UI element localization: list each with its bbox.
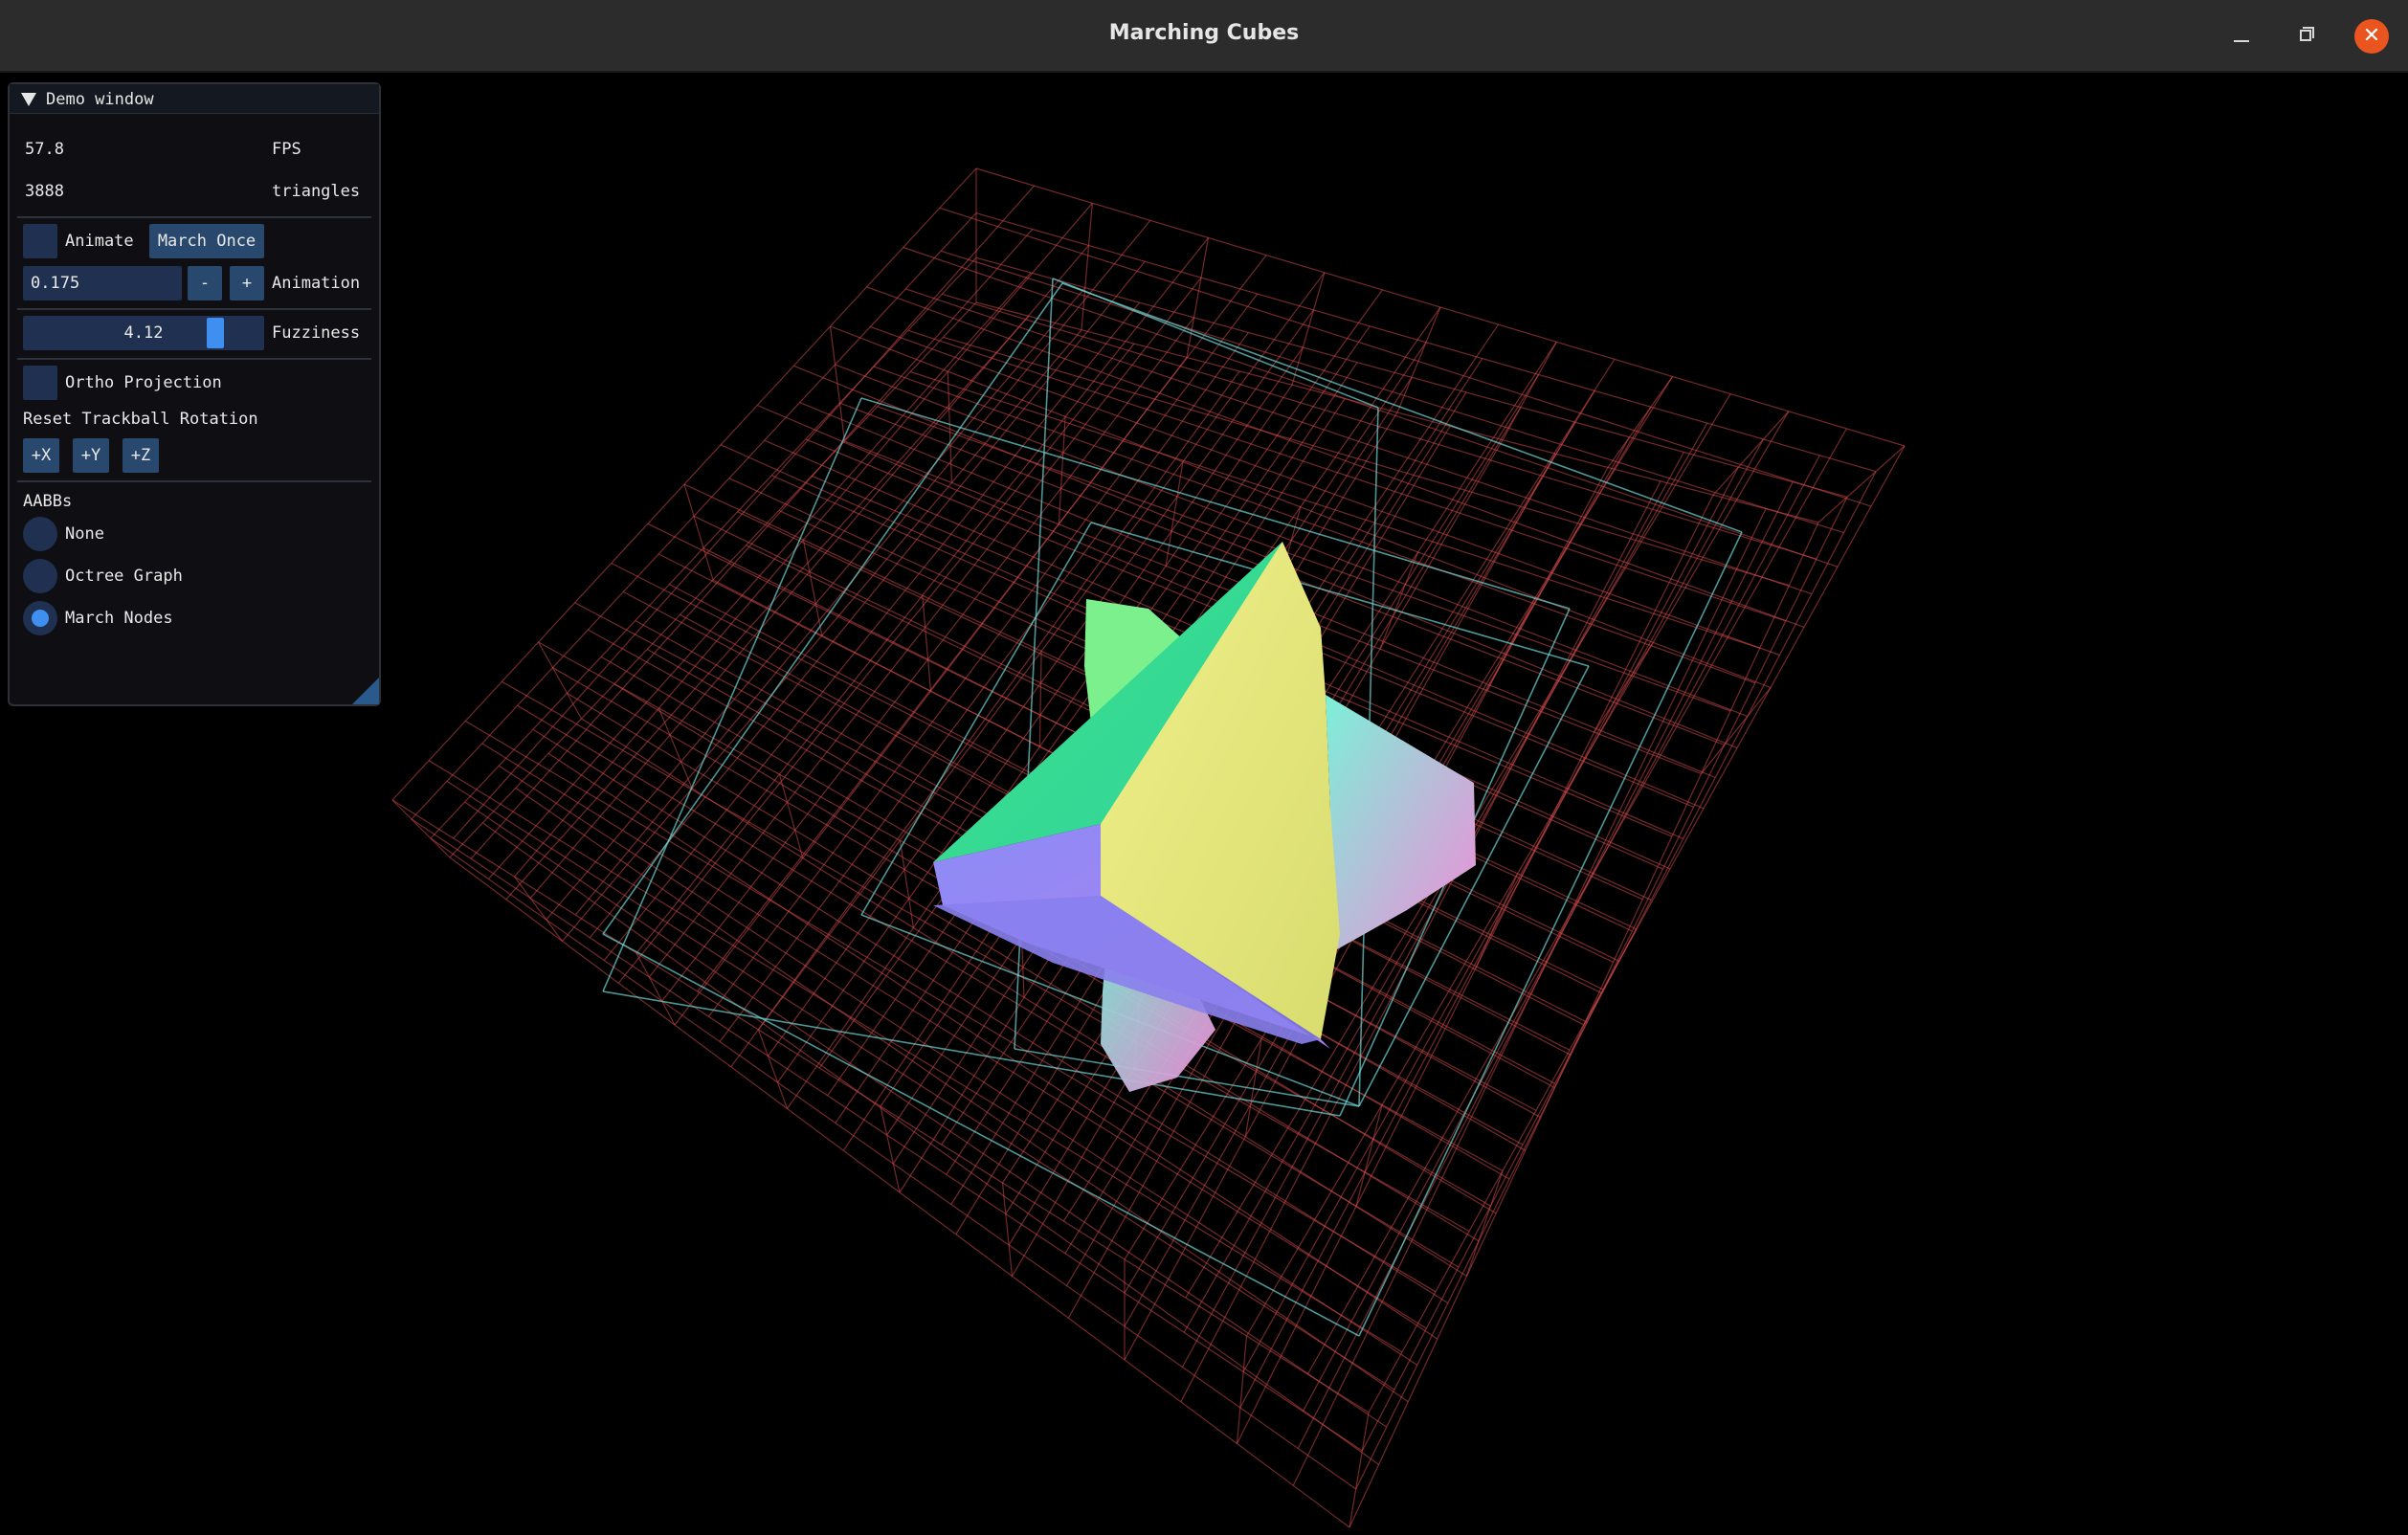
- close-icon: ✕: [2362, 24, 2381, 48]
- minimize-button[interactable]: [2224, 19, 2259, 54]
- demo-window-title: Demo window: [46, 90, 154, 109]
- triangles-label: triangles: [272, 182, 361, 201]
- fps-label: FPS: [272, 140, 301, 159]
- grid-line: [1165, 461, 1184, 567]
- radio-march-label: March Nodes: [65, 609, 173, 628]
- radio-march-nodes[interactable]: [23, 601, 57, 635]
- aabbs-label: AABBs: [23, 492, 73, 511]
- axis-z-button[interactable]: +Z: [123, 438, 159, 473]
- maximize-button[interactable]: [2289, 19, 2324, 54]
- radio-octree-graph[interactable]: [23, 559, 57, 593]
- grid-line: [1594, 641, 1654, 733]
- triangles-value: 3888: [25, 182, 64, 201]
- animation-speed-value: 0.175: [31, 274, 80, 293]
- grid-line: [947, 371, 952, 483]
- reset-trackball-label: Reset Trackball Rotation: [23, 410, 258, 429]
- close-button[interactable]: ✕: [2354, 19, 2389, 54]
- radio-octree-label: Octree Graph: [65, 567, 183, 586]
- decrement-button[interactable]: -: [188, 266, 222, 300]
- fuzziness-slider-grab[interactable]: [207, 318, 224, 348]
- radio-none-label: None: [65, 524, 104, 544]
- radio-none[interactable]: [23, 517, 57, 551]
- grid-line: [1291, 272, 1326, 386]
- ortho-projection-checkbox[interactable]: [23, 366, 57, 400]
- grid-line: [635, 952, 676, 1026]
- radio-selected-dot: [32, 610, 49, 627]
- grid-line: [802, 539, 823, 636]
- grid-line: [1474, 873, 1519, 970]
- grid-line: [1607, 376, 1673, 468]
- fuzziness-value: 4.12: [123, 323, 164, 343]
- grid-line: [1038, 651, 1042, 747]
- grid-line: [1292, 508, 1767, 1486]
- grid-line: [602, 397, 862, 992]
- animation-label: Animation: [272, 274, 361, 293]
- grid-line: [757, 1029, 789, 1109]
- title-bar: Marching Cubes ✕: [0, 0, 2408, 73]
- maximize-icon: [2300, 30, 2311, 41]
- grid-line: [829, 325, 846, 442]
- separator: [17, 358, 371, 360]
- march-once-button[interactable]: March Once: [149, 224, 264, 258]
- resize-grip[interactable]: [352, 678, 379, 704]
- grid-line: [1355, 1104, 1383, 1207]
- ortho-projection-label: Ortho Projection: [65, 373, 222, 392]
- separator: [17, 308, 371, 310]
- grid-line: [1712, 411, 1790, 496]
- window-title: Marching Cubes: [1108, 21, 1300, 45]
- demo-window[interactable]: Demo window 57.8 FPS 3888 triangles Anim…: [8, 82, 381, 706]
- collapse-triangle-icon[interactable]: [21, 93, 36, 106]
- animate-label: Animate: [65, 232, 134, 251]
- grid-line: [1052, 278, 1379, 409]
- minimize-icon: [2234, 40, 2249, 42]
- grid-line: [1001, 1182, 1014, 1277]
- fuzziness-slider[interactable]: 4.12: [23, 316, 264, 350]
- grid-line: [1817, 445, 1906, 523]
- animation-speed-input[interactable]: 0.175: [23, 266, 182, 300]
- axis-x-button[interactable]: +X: [23, 438, 59, 473]
- fps-value: 57.8: [25, 140, 64, 159]
- grid-line: [1583, 928, 1638, 1026]
- grid-line: [922, 595, 932, 692]
- axis-y-button[interactable]: +Y: [73, 438, 109, 473]
- grid-line: [899, 840, 914, 928]
- separator: [17, 216, 371, 218]
- mesh-right-arm: [1326, 695, 1476, 953]
- separator: [17, 480, 371, 482]
- grid-line: [1061, 282, 1743, 533]
- demo-window-header[interactable]: Demo window: [10, 84, 379, 114]
- grid-line: [683, 483, 714, 581]
- increment-button[interactable]: +: [230, 266, 264, 300]
- animate-checkbox[interactable]: [23, 224, 57, 258]
- grid-line: [1465, 1170, 1504, 1277]
- fuzziness-label: Fuzziness: [272, 323, 361, 343]
